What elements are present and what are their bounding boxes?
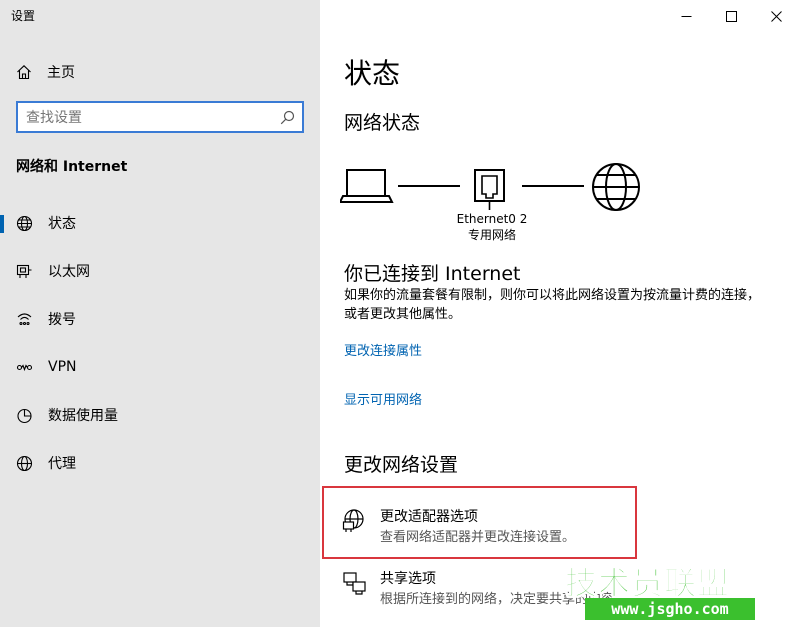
change-connection-properties-link[interactable]: 更改连接属性 (344, 340, 422, 359)
sidebar: 设置 主页 网络和 Internet 状态 以太网 拨号 (0, 0, 320, 627)
close-icon (770, 10, 782, 22)
home-nav-item[interactable]: 主页 (16, 60, 75, 84)
sharing-icon (343, 572, 366, 595)
sidebar-item-status[interactable]: 状态 (0, 203, 320, 243)
sidebar-item-label: 以太网 (48, 264, 90, 280)
laptop-icon (340, 169, 394, 203)
internet-globe-icon (592, 163, 640, 211)
network-status-heading: 网络状态 (344, 112, 421, 134)
minimize-button[interactable] (663, 0, 709, 32)
home-label: 主页 (47, 65, 75, 81)
watermark-url: www.jsgho.com (585, 598, 755, 620)
sidebar-item-vpn[interactable]: VPN (0, 347, 320, 387)
sidebar-item-label: 状态 (48, 216, 76, 232)
ethernet-port-icon (474, 169, 505, 210)
search-icon[interactable] (280, 110, 295, 125)
maximize-button[interactable] (708, 0, 754, 32)
sidebar-item-proxy[interactable]: 代理 (0, 443, 320, 483)
globe-icon (16, 455, 33, 471)
ethernet-icon (16, 264, 32, 278)
network-adapter-label: Ethernet0 2 专用网络 (450, 211, 534, 243)
home-icon (17, 65, 31, 80)
sidebar-item-label: VPN (48, 359, 77, 375)
section-title: 网络和 Internet (16, 159, 128, 175)
globe-icon (16, 215, 33, 231)
search-box[interactable] (16, 101, 304, 133)
vpn-icon (16, 363, 33, 371)
sidebar-item-ethernet[interactable]: 以太网 (0, 251, 320, 291)
page-title: 状态 (344, 57, 401, 90)
sidebar-item-data-usage[interactable]: 数据使用量 (0, 395, 320, 435)
adapter-name: Ethernet0 2 (456, 212, 528, 226)
dialup-icon (17, 312, 32, 325)
close-button[interactable] (753, 0, 797, 32)
network-type: 专用网络 (467, 228, 516, 242)
selection-indicator (0, 215, 4, 233)
search-input[interactable] (26, 108, 276, 127)
data-usage-icon (17, 408, 32, 423)
show-available-networks-link[interactable]: 显示可用网络 (344, 389, 422, 408)
sidebar-item-label: 拨号 (48, 312, 76, 328)
site-watermark: 技术员联盟 www.jsgho.com (564, 558, 755, 624)
connected-title: 你已连接到 Internet (344, 263, 521, 285)
app-title: 设置 (11, 9, 36, 23)
sidebar-item-dialup[interactable]: 拨号 (0, 299, 320, 339)
annotation-highlight-box (322, 486, 637, 559)
sidebar-item-label: 数据使用量 (48, 408, 118, 424)
maximize-icon (725, 10, 737, 22)
connected-description: 如果你的流量套餐有限制，则你可以将此网络设置为按流量计费的连接，或者更改其他属性… (344, 288, 761, 322)
sidebar-item-label: 代理 (48, 456, 76, 472)
option-title: 共享选项 (380, 571, 436, 587)
minimize-icon (681, 15, 691, 17)
change-settings-heading: 更改网络设置 (344, 454, 459, 476)
